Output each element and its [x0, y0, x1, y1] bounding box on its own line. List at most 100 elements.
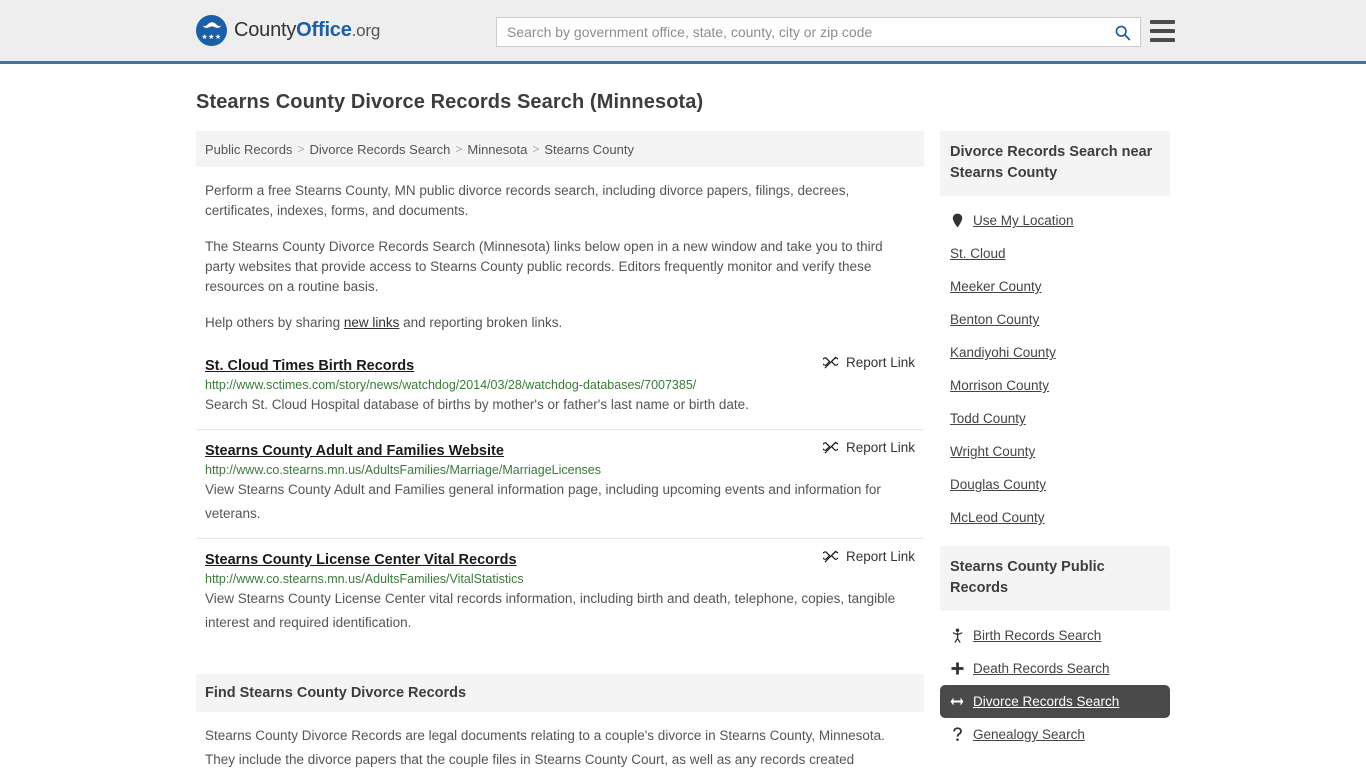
brand-part2: Office — [296, 19, 352, 41]
page-title: Stearns County Divorce Records Search (M… — [196, 91, 704, 113]
sidebar-link-label[interactable]: Kandiyohi County — [950, 345, 1056, 360]
sidebar-link-label[interactable]: St. Cloud — [950, 246, 1006, 261]
result-item: Stearns County License Center Vital Reco… — [196, 538, 924, 647]
public-records-header: Stearns County Public Records — [940, 546, 1170, 611]
find-records-body: Stearns County Divorce Records are legal… — [205, 728, 885, 767]
stars-icon: ★★★ — [201, 34, 222, 41]
sidebar-item-genealogy-search[interactable]: Genealogy Search — [940, 718, 1170, 751]
result-url: http://www.sctimes.com/story/news/watchd… — [205, 378, 697, 392]
sidebar-item-birth-records-search[interactable]: Birth Records Search — [940, 619, 1170, 652]
result-title-link[interactable]: Stearns County Adult and Families Websit… — [205, 443, 504, 459]
result-item: Stearns County Adult and Families Websit… — [196, 429, 924, 538]
result-url: http://www.co.stearns.mn.us/AdultsFamili… — [205, 572, 524, 586]
sidebar-item-wright-county[interactable]: Wright County — [940, 435, 1170, 468]
breadcrumb-separator: > — [455, 142, 463, 156]
baby-icon — [950, 628, 964, 643]
find-records-header: Find Stearns County Divorce Records — [196, 674, 924, 712]
sidebar-item-morrison-county[interactable]: Morrison County — [940, 369, 1170, 402]
intro-text: Perform a free Stearns County, MN public… — [196, 181, 924, 333]
search-bar[interactable] — [496, 17, 1141, 47]
report-link-label: Report Link — [845, 549, 915, 564]
result-description: View Stearns County Adult and Families g… — [205, 482, 881, 521]
sidebar-item-use-my-location[interactable]: Use My Location — [940, 204, 1170, 237]
sidebar-link-label[interactable]: Death Records Search — [973, 661, 1110, 676]
sidebar-link-label[interactable]: McLeod County — [950, 510, 1045, 525]
content-row: Public Records > Divorce Records Search … — [196, 131, 1170, 768]
eagle-icon — [202, 22, 221, 28]
sidebar-link-label[interactable]: Birth Records Search — [973, 628, 1101, 643]
result-description: View Stearns County License Center vital… — [205, 591, 896, 630]
question-mark-icon — [950, 727, 964, 742]
map-pin-icon — [950, 213, 964, 228]
nearby-search-header: Divorce Records Search near Stearns Coun… — [940, 131, 1170, 196]
hamburger-bar — [1150, 38, 1175, 42]
brand-part1: County — [234, 19, 297, 41]
results-list: St. Cloud Times Birth Records Report Lin… — [196, 351, 924, 647]
breadcrumb-item-divorce-records-search[interactable]: Divorce Records Search — [309, 142, 450, 157]
sidebar-link-label[interactable]: Morrison County — [950, 378, 1049, 393]
result-title-link[interactable]: St. Cloud Times Birth Records — [205, 358, 414, 374]
sidebar-link-label[interactable]: Genealogy Search — [973, 727, 1085, 742]
report-link-label: Report Link — [845, 355, 915, 370]
broken-link-icon — [822, 550, 838, 563]
sidebar-item-divorce-records-search[interactable]: Divorce Records Search — [940, 685, 1170, 718]
report-link-button[interactable]: Report Link — [809, 440, 915, 455]
result-item: St. Cloud Times Birth Records Report Lin… — [196, 351, 924, 429]
search-icon — [1115, 25, 1130, 40]
breadcrumb-separator: > — [297, 142, 305, 156]
new-links-link[interactable]: new links — [344, 315, 400, 330]
report-link-button[interactable]: Report Link — [809, 355, 915, 370]
sidebar-link-label[interactable]: Benton County — [950, 312, 1039, 327]
breadcrumb-item-stearns-county[interactable]: Stearns County — [544, 142, 634, 157]
breadcrumb-item-public-records[interactable]: Public Records — [205, 142, 292, 157]
sidebar-link-label[interactable]: Meeker County — [950, 279, 1042, 294]
result-title-link[interactable]: Stearns County License Center Vital Reco… — [205, 552, 517, 568]
page-container: Stearns County Divorce Records Search (M… — [0, 91, 1366, 768]
sidebar-item-douglas-county[interactable]: Douglas County — [940, 468, 1170, 501]
result-header: Stearns County License Center Vital Reco… — [205, 549, 915, 568]
breadcrumb-separator: > — [532, 142, 540, 156]
search-button[interactable] — [1104, 18, 1140, 46]
hamburger-bar — [1150, 29, 1175, 33]
sidebar-link-label[interactable]: Todd County — [950, 411, 1026, 426]
left-right-arrow-icon — [950, 696, 964, 707]
sidebar-link-label[interactable]: Use My Location — [973, 213, 1074, 228]
sidebar-item-todd-county[interactable]: Todd County — [940, 402, 1170, 435]
broken-link-icon — [822, 356, 838, 369]
sidebar-item-st-cloud[interactable]: St. Cloud — [940, 237, 1170, 270]
result-url: http://www.co.stearns.mn.us/AdultsFamili… — [205, 463, 601, 477]
site-header: ★★★ CountyOffice.org — [0, 0, 1366, 64]
report-link-button[interactable]: Report Link — [809, 549, 915, 564]
sidebar-item-mcleod-county[interactable]: McLeod County — [940, 501, 1170, 534]
sidebar-link-label[interactable]: Wright County — [950, 444, 1035, 459]
nearby-search-panel: Divorce Records Search near Stearns Coun… — [940, 131, 1170, 534]
brand-suffix: .org — [351, 21, 381, 40]
cross-icon — [950, 662, 964, 675]
public-records-list: Birth Records Search Death Records Searc… — [940, 611, 1170, 751]
intro-paragraph-2: The Stearns County Divorce Records Searc… — [205, 239, 883, 294]
breadcrumb: Public Records > Divorce Records Search … — [196, 131, 924, 167]
sidebar: Divorce Records Search near Stearns Coun… — [940, 131, 1170, 751]
intro-paragraph-3: Help others by sharing new links and rep… — [196, 313, 924, 333]
sidebar-item-benton-county[interactable]: Benton County — [940, 303, 1170, 336]
sidebar-item-meeker-county[interactable]: Meeker County — [940, 270, 1170, 303]
site-logo[interactable]: ★★★ CountyOffice.org — [196, 15, 380, 46]
sidebar-link-label[interactable]: Douglas County — [950, 477, 1046, 492]
sidebar-link-label[interactable]: Divorce Records Search — [973, 694, 1119, 709]
brand-wordmark: CountyOffice.org — [234, 19, 380, 42]
hamburger-bar — [1150, 20, 1175, 24]
hamburger-menu-icon[interactable] — [1150, 20, 1175, 42]
breadcrumb-item-minnesota[interactable]: Minnesota — [467, 142, 527, 157]
broken-link-icon — [822, 441, 838, 454]
intro-p3-before: Help others by sharing — [205, 315, 344, 330]
sidebar-item-kandiyohi-county[interactable]: Kandiyohi County — [940, 336, 1170, 369]
result-header: Stearns County Adult and Families Websit… — [205, 440, 915, 459]
intro-p3-after: and reporting broken links. — [399, 315, 563, 330]
nearby-search-list: Use My Location St. Cloud Meeker County … — [940, 196, 1170, 534]
county-office-seal-icon: ★★★ — [196, 15, 227, 46]
sidebar-item-death-records-search[interactable]: Death Records Search — [940, 652, 1170, 685]
search-input[interactable] — [497, 18, 1104, 46]
find-records-section: Find Stearns County Divorce Records Stea… — [196, 674, 924, 768]
main-column: Public Records > Divorce Records Search … — [196, 131, 924, 768]
intro-paragraph-1: Perform a free Stearns County, MN public… — [205, 183, 850, 218]
